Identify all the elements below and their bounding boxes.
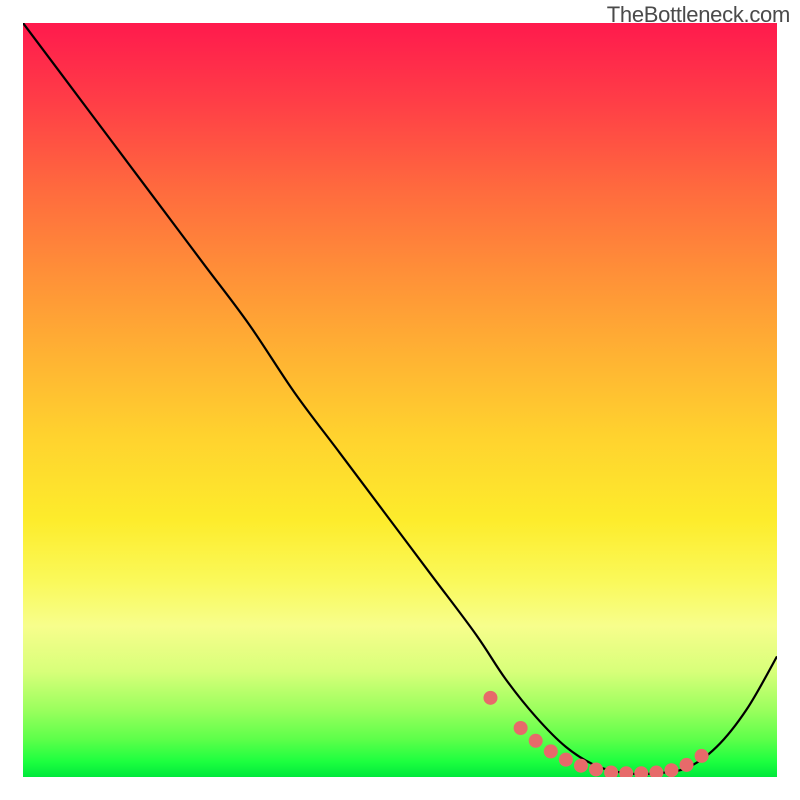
chart-container: TheBottleneck.com [0, 0, 800, 800]
watermark-text: TheBottleneck.com [607, 2, 790, 28]
chart-gradient-background [23, 23, 777, 777]
